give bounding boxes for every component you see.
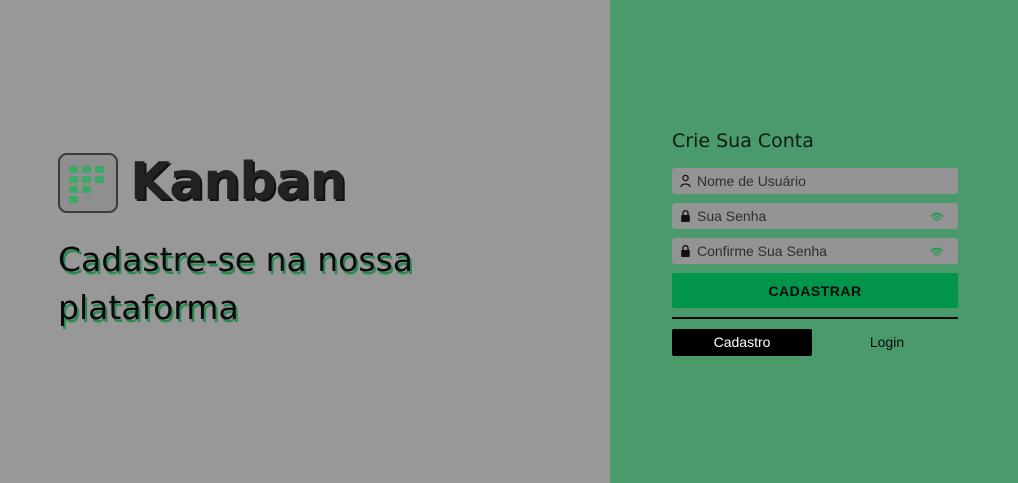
password-field[interactable] (672, 203, 958, 229)
left-panel: Kanban Cadastre-se na nossa plataforma (0, 0, 610, 483)
lock-icon (681, 210, 690, 222)
brand-name: Kanban (130, 152, 347, 212)
username-input[interactable] (697, 168, 917, 194)
user-icon (680, 174, 691, 188)
confirm-password-field[interactable] (672, 238, 958, 264)
tab-cadastro[interactable]: Cadastro (672, 329, 812, 356)
kanban-board-icon (58, 153, 118, 213)
confirm-password-input[interactable] (697, 238, 917, 264)
username-field[interactable] (672, 168, 958, 194)
eye-icon[interactable] (930, 245, 944, 257)
form-title: Crie Sua Conta (672, 130, 814, 152)
cadastrar-button[interactable]: CADASTRAR (672, 273, 958, 308)
tab-login[interactable]: Login (816, 329, 958, 356)
hero-headline: Cadastre-se na nossa plataforma (58, 240, 413, 327)
lock-icon (681, 245, 690, 257)
divider (672, 317, 958, 319)
password-input[interactable] (697, 203, 917, 229)
eye-icon[interactable] (930, 210, 944, 222)
